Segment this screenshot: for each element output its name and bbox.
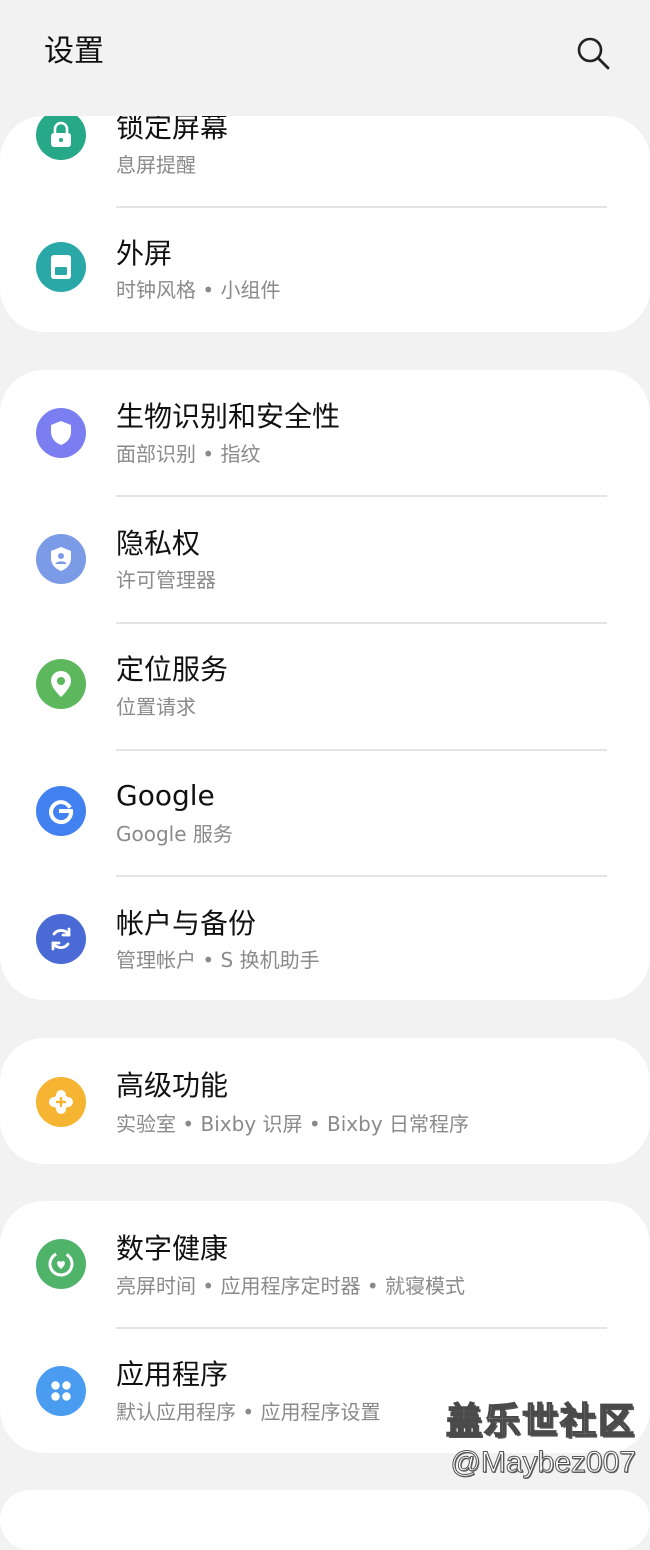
settings-item-subtitle: Google 服务: [116, 822, 233, 846]
app-header: 设置: [0, 0, 650, 104]
cover-screen-icon: [36, 242, 86, 292]
settings-item-title: 帐户与备份: [116, 907, 257, 940]
settings-item-subtitle: 息屏提醒: [116, 153, 196, 177]
app-grid-icon: [36, 1366, 86, 1416]
settings-item-subtitle: 管理帐户 • S 换机助手: [116, 948, 320, 972]
settings-item-subtitle: 默认应用程序 • 应用程序设置: [116, 1400, 381, 1424]
google-g-icon: [36, 786, 86, 836]
settings-item-lock-screen[interactable]: 锁定屏幕 息屏提醒: [0, 116, 650, 212]
settings-item-subtitle: 许可管理器: [116, 568, 216, 592]
sync-icon: [36, 914, 86, 964]
search-button[interactable]: [570, 30, 616, 76]
settings-item-subtitle: 时钟风格 • 小组件: [116, 278, 281, 302]
settings-item-subtitle: 亮屏时间 • 应用程序定时器 • 就寝模式: [116, 1274, 466, 1298]
settings-group-advanced: 高级功能 实验室 • Bixby 识屏 • Bixby 日常程序: [0, 1038, 650, 1164]
page-title: 设置: [44, 34, 104, 69]
settings-item-biometrics[interactable]: 生物识别和安全性 面部识别 • 指纹: [0, 370, 650, 496]
settings-item-cover-screen[interactable]: 外屏 时钟风格 • 小组件: [0, 212, 650, 332]
search-icon: [577, 37, 610, 70]
settings-item-title: Google: [116, 779, 215, 812]
puzzle-icon: [36, 1077, 86, 1127]
settings-group-screens: 锁定屏幕 息屏提醒 外屏 时钟风格 • 小组件: [0, 116, 650, 332]
settings-item-privacy[interactable]: 隐私权 许可管理器: [0, 496, 650, 623]
settings-item-location[interactable]: 定位服务 位置请求: [0, 623, 650, 750]
settings-item-title: 定位服务: [116, 653, 229, 686]
settings-item-google[interactable]: Google Google 服务: [0, 750, 650, 876]
settings-item-title: 高级功能: [116, 1069, 229, 1102]
settings-item-title: 外屏: [116, 237, 173, 270]
settings-item-title: 隐私权: [116, 527, 201, 560]
divider: [116, 206, 607, 208]
privacy-icon: [36, 534, 86, 584]
heart-ring-icon: [36, 1239, 86, 1289]
settings-item-title: 应用程序: [116, 1358, 229, 1391]
settings-group-security: 生物识别和安全性 面部识别 • 指纹 隐私权 许可管理器 定位服务 位置请求 G…: [0, 370, 650, 1000]
watermark-username: @Maybez007: [450, 1446, 637, 1480]
settings-item-title: 锁定屏幕: [116, 116, 229, 144]
settings-item-digital-wellbeing[interactable]: 数字健康 亮屏时间 • 应用程序定时器 • 就寝模式: [0, 1201, 650, 1327]
location-pin-icon: [36, 659, 86, 709]
settings-group-next: [0, 1490, 650, 1550]
settings-item-subtitle: 位置请求: [116, 695, 196, 719]
settings-item-accounts[interactable]: 帐户与备份 管理帐户 • S 换机助手: [0, 876, 650, 1000]
shield-icon: [36, 408, 86, 458]
lock-icon: [36, 116, 86, 160]
settings-item-title: 数字健康: [116, 1232, 229, 1265]
settings-item-advanced-features[interactable]: 高级功能 实验室 • Bixby 识屏 • Bixby 日常程序: [0, 1038, 650, 1164]
watermark-community: 盖乐世社区: [445, 1400, 636, 1443]
settings-item-subtitle: 面部识别 • 指纹: [116, 442, 261, 466]
settings-item-title: 生物识别和安全性: [116, 400, 341, 433]
settings-item-subtitle: 实验室 • Bixby 识屏 • Bixby 日常程序: [116, 1112, 470, 1136]
